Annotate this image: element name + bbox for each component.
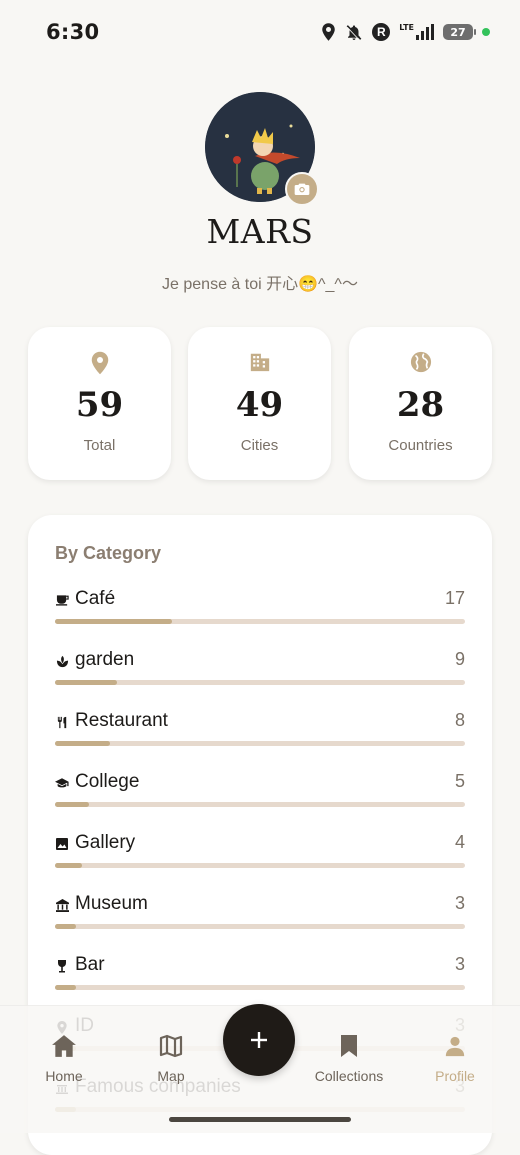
stat-card-cities[interactable]: 49 Cities [188, 327, 331, 480]
battery-icon: 27 [443, 24, 476, 40]
category-name: Café [75, 588, 116, 609]
restaurant-icon [55, 715, 69, 729]
stat-value: 49 [235, 385, 284, 425]
category-count: 8 [454, 710, 465, 730]
r-status-icon: R [372, 23, 391, 41]
category-name: Restaurant [75, 710, 168, 731]
cafe-icon [55, 593, 69, 607]
battery-level: 27 [450, 25, 466, 39]
nav-home[interactable]: Home [19, 1032, 109, 1084]
category-progress-fill [55, 741, 111, 746]
bookmark-icon [304, 1032, 394, 1060]
stat-card-countries[interactable]: 28 Countries [349, 327, 492, 480]
status-icons: R LTE 27 [321, 22, 490, 42]
category-progress-track [55, 741, 465, 746]
camera-icon [294, 182, 310, 196]
bell-off-icon [345, 23, 363, 42]
category-heading: By Category [55, 543, 162, 563]
profile-bio: Je pense à toi 开心😁^_^～ [162, 276, 358, 293]
category-progress-track [55, 863, 465, 868]
home-icon [19, 1032, 109, 1060]
status-time: 6:30 [46, 20, 100, 44]
category-count: 4 [454, 832, 465, 852]
category-progress-track [55, 924, 465, 929]
stat-label: Total [83, 437, 116, 454]
category-progress-fill [55, 863, 83, 868]
category-progress-fill [55, 680, 117, 685]
nav-collections[interactable]: Collections [304, 1032, 394, 1084]
gallery-icon [55, 837, 69, 851]
category-row[interactable]: Restaurant 8 [55, 710, 465, 760]
category-progress-track [55, 619, 465, 624]
signal-icon: LTE [399, 24, 434, 40]
category-count: 3 [454, 954, 465, 974]
person-icon [410, 1032, 500, 1060]
college-icon [55, 776, 69, 790]
stat-value: 28 [396, 385, 445, 425]
profile-name: MARS [206, 212, 314, 251]
nav-profile[interactable]: Profile [410, 1032, 500, 1084]
category-progress-fill [55, 802, 90, 807]
stat-card-total[interactable]: 59 Total [28, 327, 171, 480]
garden-icon [55, 654, 69, 668]
globe-icon [349, 351, 492, 373]
location-status-icon [321, 22, 336, 42]
category-count: 17 [444, 588, 465, 608]
category-row[interactable]: Gallery 4 [55, 832, 465, 882]
nav-label: Profile [435, 1068, 475, 1084]
nav-label: Home [45, 1068, 83, 1084]
category-row[interactable]: Café 17 [55, 588, 465, 638]
category-row[interactable]: Museum 3 [55, 893, 465, 943]
building-icon [188, 351, 331, 373]
category-name: Museum [75, 893, 148, 914]
category-count: 5 [454, 771, 465, 791]
network-type: LTE [399, 23, 414, 32]
category-name: College [75, 771, 140, 792]
plus-icon [249, 1030, 269, 1050]
category-progress-track [55, 985, 465, 990]
category-count: 9 [454, 649, 465, 669]
add-place-button[interactable] [223, 1004, 295, 1076]
category-row[interactable]: garden 9 [55, 649, 465, 699]
stat-value: 59 [75, 385, 124, 425]
category-progress-fill [55, 985, 76, 990]
bar-icon [55, 959, 69, 973]
category-name: Bar [75, 954, 105, 975]
nav-map[interactable]: Map [126, 1032, 216, 1084]
category-name: garden [75, 649, 135, 670]
category-progress-track [55, 802, 465, 807]
privacy-indicator [482, 28, 490, 36]
category-count: 3 [454, 893, 465, 913]
location-pin-icon [28, 351, 171, 375]
category-progress-fill [55, 619, 173, 624]
category-progress-track [55, 680, 465, 685]
stat-label: Countries [388, 437, 453, 454]
category-name: Gallery [75, 832, 136, 853]
change-photo-button[interactable] [285, 172, 319, 206]
home-indicator[interactable] [169, 1117, 351, 1122]
museum-icon [55, 898, 69, 912]
nav-label: Collections [314, 1068, 384, 1084]
category-row[interactable]: College 5 [55, 771, 465, 821]
category-row[interactable]: Bar 3 [55, 954, 465, 1004]
map-icon [126, 1032, 216, 1060]
category-progress-fill [55, 924, 76, 929]
stat-label: Cities [240, 437, 279, 454]
nav-label: Map [157, 1068, 185, 1084]
status-bar: 6:30 R LTE 27 [0, 0, 520, 66]
